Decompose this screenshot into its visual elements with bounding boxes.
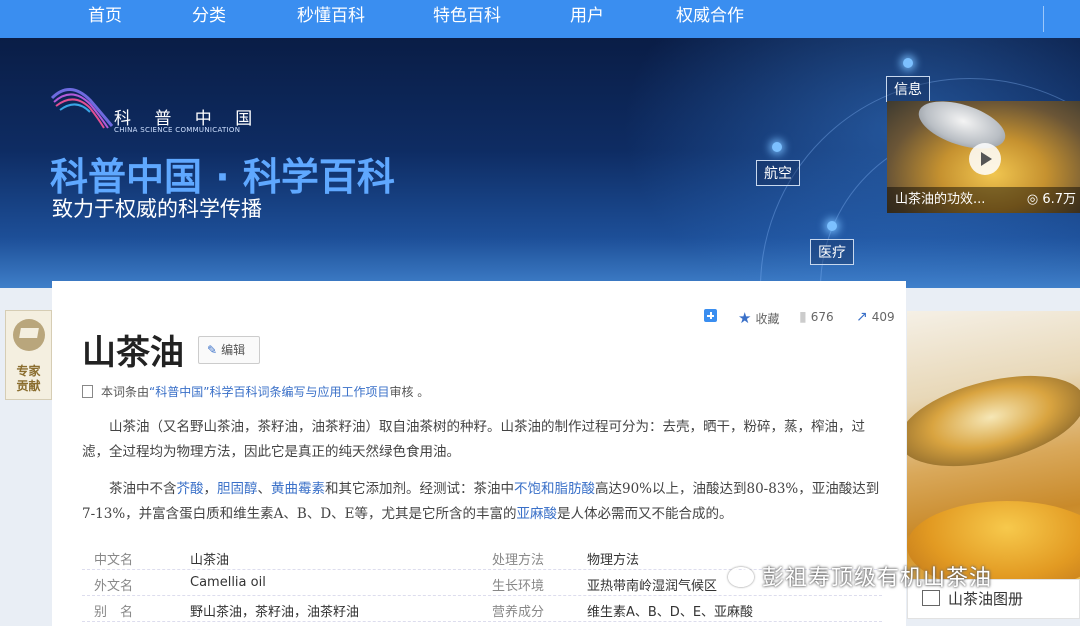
review-project-link[interactable]: “科普中国”科学百科词条编写与应用工作项目	[149, 383, 389, 400]
info-row: 别 名 野山茶油，茶籽油，油茶籽油 营养成分 维生素A、B、D、E、亚麻酸	[82, 597, 882, 622]
video-title: 山茶油的功效...	[895, 192, 986, 207]
kepu-logo[interactable]: 科 普 中 国 CHINA SCIENCE COMMUNICATION	[50, 80, 280, 140]
review-prefix: 本词条由	[101, 385, 150, 399]
thumbs-up-icon: ▮	[799, 309, 807, 325]
paragraph-text: 、	[257, 481, 272, 497]
banner: 科 普 中 国 CHINA SCIENCE COMMUNICATION 科普中国…	[0, 38, 1080, 288]
collect-label: 收藏	[755, 311, 780, 326]
album-label: 山茶油图册	[948, 590, 1024, 608]
top-nav: 首页 分类 秒懂百科 特色百科 用户 权威合作	[0, 0, 1080, 38]
term-link[interactable]: 不饱和脂肪酸	[514, 481, 595, 497]
term-link[interactable]: 芥酸	[177, 481, 204, 497]
edit-label: 编辑	[221, 343, 246, 357]
info-key: 生长环境	[492, 579, 545, 594]
edit-button[interactable]: ✎ 编辑	[198, 336, 260, 364]
info-key: 营养成分	[492, 605, 545, 620]
review-suffix: 审核 。	[389, 385, 430, 399]
expert-label: 专家 贡献	[6, 364, 51, 394]
video-views-count: 6.7万	[1042, 192, 1076, 207]
share-icon: ↗	[856, 309, 868, 325]
banner-subtitle: 致力于权威的科学传播	[52, 197, 262, 221]
review-notice: 本词条由 “科普中国”科学百科词条编写与应用工作项目 审核 。	[82, 383, 429, 400]
nav-category[interactable]: 分类	[192, 0, 226, 38]
video-caption: 山茶油的功效... ◎ 6.7万	[887, 187, 1080, 213]
info-key: 外文名	[94, 579, 134, 594]
logo-text-en: CHINA SCIENCE COMMUNICATION	[114, 126, 241, 134]
nav-home[interactable]: 首页	[88, 0, 122, 38]
logo-wave-icon	[50, 88, 114, 129]
term-link[interactable]: 胆固醇	[217, 481, 258, 497]
document-icon	[82, 385, 93, 398]
nav-authority[interactable]: 权威合作	[676, 0, 744, 38]
nav-divider	[1043, 6, 1044, 32]
expert-contribution-button[interactable]: 专家 贡献	[5, 310, 52, 400]
info-key: 别 名	[94, 605, 134, 620]
expert-label-line2: 贡献	[16, 379, 41, 393]
wechat-icon	[728, 567, 754, 587]
info-value: 亚热带南岭湿润气候区	[587, 579, 718, 594]
add-button[interactable]	[704, 309, 717, 322]
info-value: Camellia oil	[190, 575, 266, 590]
paragraph-text: 是人体必需而又不能合成的。	[557, 506, 733, 522]
node-dot	[772, 142, 782, 152]
tag-medical[interactable]: 医疗	[810, 239, 854, 265]
featured-video-card[interactable]: 山茶油的功效... ◎ 6.7万	[887, 101, 1080, 213]
star-icon: ★	[738, 309, 752, 327]
plus-icon	[704, 309, 717, 322]
watermark-text: 彭祖寿顶级有机山茶油	[762, 566, 993, 591]
wechat-watermark: 彭祖寿顶级有机山茶油	[728, 560, 992, 592]
share-button[interactable]: ↗ 409	[856, 309, 895, 325]
entry-image[interactable]	[907, 311, 1080, 579]
info-value: 山茶油	[190, 553, 230, 568]
info-value: 野山茶油，茶籽油，油茶籽油	[190, 605, 360, 620]
paragraph-text: 茶油中不含	[109, 481, 177, 497]
collect-button[interactable]: ★ 收藏	[738, 309, 779, 327]
entry-title: 山茶油	[82, 333, 184, 373]
tag-info[interactable]: 信息	[886, 76, 930, 102]
term-link[interactable]: 亚麻酸	[517, 506, 558, 522]
like-button[interactable]: ▮ 676	[799, 309, 834, 325]
expert-label-line1: 专家	[16, 364, 41, 378]
node-dot	[903, 58, 913, 68]
like-count: 676	[810, 310, 834, 324]
paragraph-text: ，	[203, 481, 218, 497]
info-value: 维生素A、B、D、E、亚麻酸	[587, 605, 754, 620]
graduation-cap-icon	[13, 319, 45, 351]
play-icon[interactable]	[969, 143, 1001, 175]
share-count: 409	[871, 310, 895, 324]
info-key: 中文名	[94, 553, 134, 568]
video-views: ◎ 6.7万	[1026, 192, 1076, 207]
info-key: 处理方法	[492, 553, 545, 568]
nav-quick-wiki[interactable]: 秒懂百科	[297, 0, 365, 38]
nav-featured-wiki[interactable]: 特色百科	[433, 0, 501, 38]
pencil-icon: ✎	[207, 343, 218, 357]
info-value: 物理方法	[587, 553, 640, 568]
nutrition-paragraph: 茶油中不含芥酸，胆固醇、黄曲霉素和其它添加剂。经测试：茶油中不饱和脂肪酸高达90…	[82, 477, 882, 527]
term-link[interactable]: 黄曲霉素	[271, 481, 325, 497]
intro-paragraph: 山茶油（又名野山茶油，茶籽油，油茶籽油）取自油茶树的种籽。山茶油的制作过程可分为…	[82, 415, 882, 465]
paragraph-text: 和其它添加剂。经测试：茶油中	[325, 481, 514, 497]
node-dot	[827, 221, 837, 231]
album-icon	[922, 590, 940, 606]
tag-aviation[interactable]: 航空	[756, 160, 800, 186]
spoon-photo	[907, 359, 1080, 483]
intro-text: 山茶油（又名野山茶油，茶籽油，油茶籽油）取自油茶树的种籽。山茶油的制作过程可分为…	[82, 419, 865, 460]
nav-user[interactable]: 用户	[570, 0, 604, 38]
